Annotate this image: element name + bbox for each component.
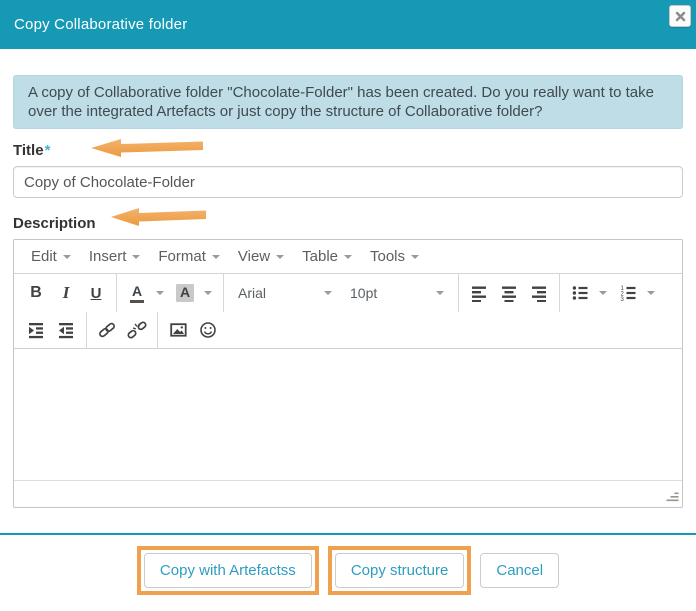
chevron-down-icon — [599, 291, 607, 295]
background-color-caret[interactable] — [200, 279, 215, 307]
text-style-group: B I U — [16, 274, 116, 312]
text-color-swatch — [130, 300, 144, 303]
menu-edit-label: Edit — [31, 248, 57, 265]
chevron-down-icon — [276, 255, 284, 259]
editor-content-area[interactable] — [14, 349, 682, 480]
alignment-group — [458, 274, 559, 312]
annotation-box-copy-structure: Copy structure — [328, 546, 472, 595]
menu-insert-label: Insert — [89, 248, 127, 265]
text-color-button[interactable]: A — [123, 279, 151, 307]
dialog-title: Copy Collaborative folder — [14, 16, 187, 33]
close-button[interactable] — [669, 5, 691, 27]
chevron-down-icon — [132, 255, 140, 259]
menu-table-label: Table — [302, 248, 338, 265]
unlink-icon — [126, 321, 148, 339]
list-group: 1 2 3 — [559, 274, 666, 312]
indent-icon — [27, 321, 45, 339]
chevron-down-icon — [411, 255, 419, 259]
menu-format[interactable]: Format — [149, 243, 229, 271]
title-label: Title* — [13, 142, 683, 159]
annotation-box-copy-with-artefacts: Copy with Artefactss — [137, 546, 319, 595]
editor-toolbar-row2 — [14, 312, 682, 349]
align-left-icon — [470, 284, 488, 302]
editor-statusbar — [14, 480, 682, 507]
background-color-icon: A — [176, 284, 194, 302]
media-group — [157, 312, 228, 348]
font-family-value: Arial — [238, 285, 266, 301]
menu-table[interactable]: Table — [293, 243, 361, 271]
link-group — [86, 312, 157, 348]
menu-tools-label: Tools — [370, 248, 405, 265]
emoticon-icon — [199, 321, 217, 339]
numbered-list-caret[interactable] — [643, 279, 658, 307]
description-editor: Edit Insert Format View Table Tools B I … — [13, 239, 683, 508]
outdent-icon — [57, 321, 75, 339]
dialog-body: A copy of Collaborative folder "Chocolat… — [0, 49, 696, 533]
chevron-down-icon — [324, 291, 332, 295]
copy-collaborative-folder-dialog: Copy Collaborative folder A copy of Coll… — [0, 0, 696, 611]
link-icon — [97, 321, 117, 339]
indent-button[interactable] — [22, 316, 50, 344]
italic-button[interactable]: I — [52, 279, 80, 307]
chevron-down-icon — [204, 291, 212, 295]
font-family-select[interactable]: Arial — [231, 279, 339, 307]
link-button[interactable] — [93, 316, 121, 344]
background-color-button[interactable]: A — [171, 279, 199, 307]
title-input[interactable] — [13, 166, 683, 198]
dialog-footer: Copy with Artefactss Copy structure Canc… — [0, 535, 696, 595]
chevron-down-icon — [647, 291, 655, 295]
chevron-down-icon — [156, 291, 164, 295]
menu-view-label: View — [238, 248, 270, 265]
unlink-button[interactable] — [123, 316, 151, 344]
font-size-select[interactable]: 10pt — [343, 279, 451, 307]
cancel-button[interactable]: Cancel — [480, 553, 559, 588]
outdent-button[interactable] — [52, 316, 80, 344]
editor-toolbar-row1: B I U A A Arial — [14, 274, 682, 312]
bullet-list-icon — [571, 284, 589, 302]
align-center-icon — [500, 284, 518, 302]
image-icon — [169, 321, 188, 339]
chevron-down-icon — [63, 255, 71, 259]
numbered-list-icon: 1 2 3 — [619, 284, 637, 302]
chevron-down-icon — [436, 291, 444, 295]
dialog-header: Copy Collaborative folder — [0, 0, 696, 49]
numbered-list-button[interactable]: 1 2 3 — [614, 279, 642, 307]
color-group: A A — [116, 274, 223, 312]
font-size-value: 10pt — [350, 285, 377, 301]
info-alert: A copy of Collaborative folder "Chocolat… — [13, 75, 683, 129]
bullet-list-button[interactable] — [566, 279, 594, 307]
image-button[interactable] — [164, 316, 192, 344]
align-center-button[interactable] — [495, 279, 523, 307]
chevron-down-icon — [344, 255, 352, 259]
menu-format-label: Format — [158, 248, 206, 265]
editor-menubar: Edit Insert Format View Table Tools — [14, 240, 682, 274]
menu-tools[interactable]: Tools — [361, 243, 428, 271]
emoticon-button[interactable] — [194, 316, 222, 344]
copy-structure-button[interactable]: Copy structure — [335, 553, 465, 588]
menu-edit[interactable]: Edit — [22, 243, 80, 271]
indent-group — [16, 312, 86, 348]
title-label-text: Title — [13, 142, 44, 159]
chevron-down-icon — [212, 255, 220, 259]
text-color-caret[interactable] — [152, 279, 167, 307]
bold-button[interactable]: B — [22, 279, 50, 307]
align-left-button[interactable] — [465, 279, 493, 307]
close-icon — [675, 11, 686, 22]
font-group: Arial 10pt — [223, 274, 458, 312]
align-right-icon — [530, 284, 548, 302]
resize-handle[interactable] — [665, 490, 679, 504]
text-color-icon: A — [129, 283, 145, 298]
bullet-list-caret[interactable] — [595, 279, 610, 307]
menu-insert[interactable]: Insert — [80, 243, 150, 271]
align-right-button[interactable] — [525, 279, 553, 307]
required-marker: * — [45, 142, 51, 159]
underline-button[interactable]: U — [82, 279, 110, 307]
copy-with-artefacts-button[interactable]: Copy with Artefactss — [144, 553, 312, 588]
menu-view[interactable]: View — [229, 243, 293, 271]
svg-text:3: 3 — [621, 297, 625, 302]
description-label: Description — [13, 215, 683, 232]
